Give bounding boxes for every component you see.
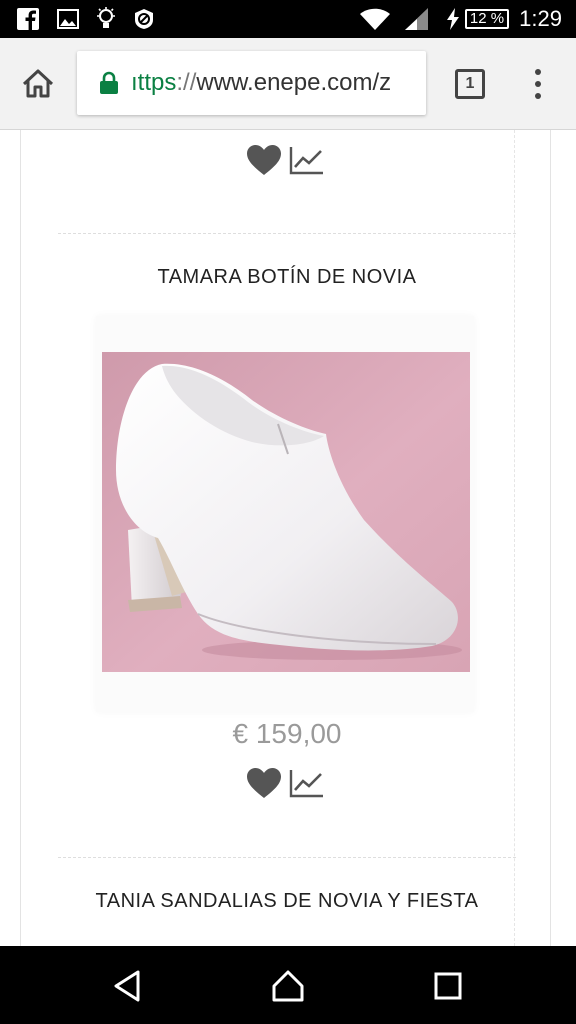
clock: 1:29 xyxy=(519,6,562,31)
product-price: € 159,00 xyxy=(232,718,342,749)
card-border xyxy=(514,130,515,946)
status-bar: 12 % 1:29 xyxy=(0,0,576,38)
browser-toolbar: ıttps://www.enepe.com/z 1 xyxy=(0,38,576,130)
tab-switcher-button[interactable]: 1 xyxy=(455,69,485,99)
home-icon[interactable] xyxy=(18,64,58,104)
lock-icon xyxy=(99,71,119,95)
image-icon xyxy=(56,7,80,31)
charging-icon xyxy=(444,7,462,31)
bulb-icon xyxy=(94,7,118,31)
address-bar[interactable]: ıttps://www.enepe.com/z xyxy=(77,51,426,115)
home-nav-icon[interactable] xyxy=(270,968,306,1004)
page-content: TAMARA BOTÍN DE NOVIA € 159,00 TANIA SAN… xyxy=(0,130,576,946)
favorite-heart-icon[interactable] xyxy=(245,143,283,177)
product-divider xyxy=(58,233,516,234)
trend-chart-icon[interactable] xyxy=(289,145,325,175)
product-title[interactable]: TAMARA BOTÍN DE NOVIA xyxy=(58,266,516,289)
product-actions xyxy=(245,766,327,800)
overflow-menu-icon[interactable] xyxy=(528,66,548,102)
product-title[interactable]: TANIA SANDALIAS DE NOVIA Y FIESTA xyxy=(58,890,516,913)
recent-apps-icon[interactable] xyxy=(430,968,466,1004)
url-text[interactable]: ıttps://www.enepe.com/z xyxy=(131,69,391,97)
product-image-bridal-ankle-boot[interactable] xyxy=(102,352,470,672)
product-divider xyxy=(58,857,516,858)
url-separator: :// xyxy=(176,69,197,96)
battery-indicator: 12 % xyxy=(465,9,509,29)
favorite-heart-icon[interactable] xyxy=(245,766,283,800)
block-icon xyxy=(132,7,156,31)
signal-icon xyxy=(402,7,430,31)
wifi-icon xyxy=(358,7,392,31)
trend-chart-icon[interactable] xyxy=(289,768,325,798)
navigation-bar xyxy=(0,946,576,1024)
url-host: www.enepe.com/z xyxy=(196,69,392,96)
back-icon[interactable] xyxy=(110,968,146,1004)
facebook-icon xyxy=(16,7,40,31)
url-scheme: ıttps xyxy=(131,69,177,96)
previous-product-actions xyxy=(245,143,327,177)
